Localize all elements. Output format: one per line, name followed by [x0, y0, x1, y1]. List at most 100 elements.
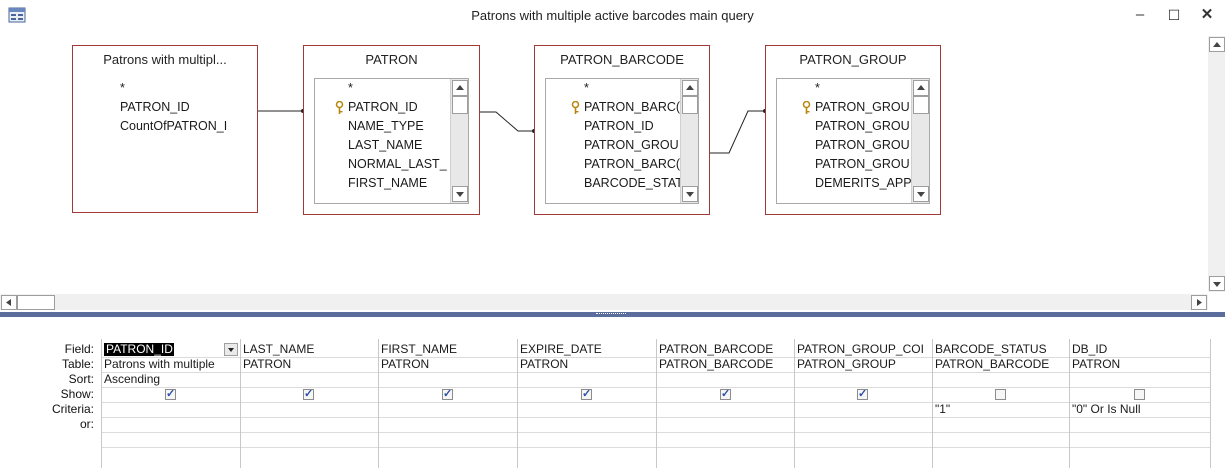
table-cell[interactable]: PATRON	[240, 357, 378, 372]
scroll-up-arrow-icon[interactable]	[913, 80, 929, 96]
scroll-thumb[interactable]	[17, 295, 55, 310]
sort-cell[interactable]: Ascending	[101, 372, 240, 387]
show-checkbox[interactable]	[857, 387, 868, 400]
or-cell[interactable]	[240, 417, 378, 432]
field-item[interactable]: CountOfPATRON_I	[120, 117, 257, 137]
field-item[interactable]: BARCODE_STAT	[546, 174, 698, 194]
field-item[interactable]: PATRON_GROU	[777, 98, 929, 118]
sort-cell[interactable]	[932, 372, 1069, 387]
table-cell[interactable]: PATRON_BARCODE	[656, 357, 794, 372]
field-item[interactable]: LAST_NAME	[315, 136, 468, 156]
criteria-cell[interactable]	[517, 402, 656, 417]
diagram-vertical-scrollbar[interactable]	[1208, 36, 1225, 292]
scroll-right-arrow-icon[interactable]	[1191, 295, 1207, 310]
field-item[interactable]: PATRON_BARC(	[546, 98, 698, 118]
show-checkbox[interactable]	[581, 387, 592, 400]
field-item[interactable]: *	[120, 79, 257, 99]
field-item[interactable]: DEMERITS_APPL	[777, 174, 929, 194]
field-dropdown-button[interactable]	[224, 343, 238, 356]
field-cell[interactable]: EXPIRE_DATE	[517, 342, 656, 357]
scroll-down-arrow-icon[interactable]	[452, 186, 468, 202]
field-list[interactable]: * PATRON_BARC( PATRON_ID PATRON_GROU PAT…	[545, 78, 699, 204]
field-item[interactable]: *	[777, 79, 929, 99]
scroll-down-arrow-icon[interactable]	[682, 186, 698, 202]
scroll-down-arrow-icon[interactable]	[1209, 276, 1225, 291]
or-cell[interactable]	[1069, 417, 1210, 432]
minimize-button[interactable]: –	[1126, 4, 1154, 26]
field-cell-selected[interactable]: PATRON_ID	[104, 342, 174, 357]
scroll-up-arrow-icon[interactable]	[1209, 37, 1225, 52]
table-cell[interactable]: PATRON_BARCODE	[932, 357, 1069, 372]
table-cell[interactable]: PATRON	[517, 357, 656, 372]
field-item[interactable]: *	[315, 79, 468, 99]
show-checkbox[interactable]	[995, 389, 1006, 400]
field-list-scrollbar[interactable]	[911, 79, 929, 203]
sort-cell[interactable]	[517, 372, 656, 387]
splitter-grip[interactable]	[596, 313, 626, 316]
field-list[interactable]: * PATRON_GROU PATRON_GROU PATRON_GROU PA…	[776, 78, 930, 204]
scroll-thumb[interactable]	[682, 96, 698, 114]
table-cell[interactable]: Patrons with multiple	[101, 357, 240, 372]
field-cell[interactable]: PATRON_GROUP_COI	[794, 342, 932, 357]
show-checkbox[interactable]	[165, 387, 176, 400]
field-item[interactable]: PATRON_ID	[315, 98, 468, 118]
sort-cell[interactable]	[1069, 372, 1210, 387]
criteria-cell[interactable]	[378, 402, 517, 417]
field-item[interactable]: PATRON_ID	[120, 98, 257, 118]
field-cell[interactable]: BARCODE_STATUS	[932, 342, 1069, 357]
sort-cell[interactable]	[378, 372, 517, 387]
field-item[interactable]: PATRON_ID	[546, 117, 698, 137]
sort-cell[interactable]	[656, 372, 794, 387]
table-cell[interactable]: PATRON	[378, 357, 517, 372]
table-box-patron-barcode[interactable]: PATRON_BARCODE * PATRON_BARC( PATRON_ID …	[534, 45, 710, 215]
maximize-button[interactable]: ☐	[1160, 4, 1188, 26]
show-checkbox[interactable]	[720, 387, 731, 400]
close-button[interactable]: ✕	[1193, 4, 1221, 26]
table-diagram-pane[interactable]: Patrons with multipl... * PATRON_ID Coun…	[0, 32, 1225, 310]
field-item[interactable]: PATRON_GROU	[777, 136, 929, 156]
criteria-cell[interactable]	[240, 402, 378, 417]
query-design-grid[interactable]: Field: Table: Sort: Show: Criteria: or: …	[0, 317, 1225, 468]
criteria-cell[interactable]: "0" Or Is Null	[1069, 402, 1210, 417]
criteria-cell[interactable]	[656, 402, 794, 417]
table-box-patron-group[interactable]: PATRON_GROUP * PATRON_GROU PATRON_GROU P…	[765, 45, 941, 215]
field-cell[interactable]: PATRON_ID	[104, 342, 174, 357]
sort-cell[interactable]	[240, 372, 378, 387]
field-item[interactable]: NORMAL_LAST_	[315, 155, 468, 175]
field-cell[interactable]: PATRON_BARCODE	[656, 342, 794, 357]
field-list[interactable]: * PATRON_ID NAME_TYPE LAST_NAME NORMAL_L…	[314, 78, 469, 204]
field-item[interactable]: PATRON_GROU	[777, 155, 929, 175]
criteria-cell[interactable]	[101, 402, 240, 417]
or-cell[interactable]	[101, 417, 240, 432]
field-item[interactable]: *	[546, 79, 698, 99]
table-box-patrons-multiple[interactable]: Patrons with multipl... * PATRON_ID Coun…	[72, 45, 258, 213]
field-list-scrollbar[interactable]	[450, 79, 468, 203]
scroll-up-arrow-icon[interactable]	[682, 80, 698, 96]
table-box-patron[interactable]: PATRON * PATRON_ID NAME_TYPE LAST_NAME N…	[303, 45, 480, 215]
criteria-cell[interactable]: "1"	[932, 402, 1069, 417]
show-checkbox[interactable]	[1134, 389, 1145, 400]
or-cell[interactable]	[932, 417, 1069, 432]
field-cell[interactable]: LAST_NAME	[240, 342, 378, 357]
scroll-up-arrow-icon[interactable]	[452, 80, 468, 96]
field-item[interactable]: PATRON_GROU	[546, 136, 698, 156]
or-cell[interactable]	[378, 417, 517, 432]
sort-cell[interactable]	[794, 372, 932, 387]
field-item[interactable]: FIRST_NAME	[315, 174, 468, 194]
field-item[interactable]: PATRON_BARC(	[546, 155, 698, 175]
show-checkbox[interactable]	[303, 387, 314, 400]
field-cell[interactable]: FIRST_NAME	[378, 342, 517, 357]
scroll-thumb[interactable]	[452, 96, 468, 114]
table-cell[interactable]: PATRON_GROUP	[794, 357, 932, 372]
criteria-cell[interactable]	[794, 402, 932, 417]
or-cell[interactable]	[517, 417, 656, 432]
show-checkbox[interactable]	[442, 387, 453, 400]
scroll-thumb[interactable]	[913, 96, 929, 114]
diagram-horizontal-scrollbar[interactable]	[0, 294, 1208, 310]
scroll-down-arrow-icon[interactable]	[913, 186, 929, 202]
field-item[interactable]: NAME_TYPE	[315, 117, 468, 137]
field-item[interactable]: PATRON_GROU	[777, 117, 929, 137]
or-cell[interactable]	[656, 417, 794, 432]
field-list-scrollbar[interactable]	[680, 79, 698, 203]
scroll-left-arrow-icon[interactable]	[1, 295, 17, 310]
